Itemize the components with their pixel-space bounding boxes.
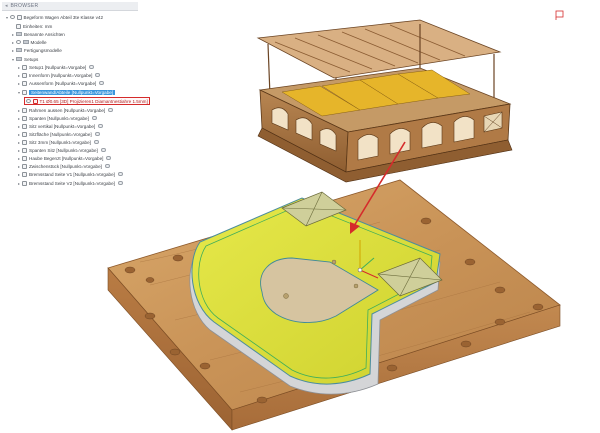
units-icon — [16, 23, 21, 29]
browser-title: BROWSER — [10, 3, 39, 9]
status-icon — [104, 164, 110, 168]
wagon-model — [256, 19, 513, 183]
tree-item-setup[interactable]: ▸ Haube Begenzt [Nullpunkt=Vorgabe] — [16, 154, 112, 162]
tree-item-label: T1 Ø0.65 [3D] Projizieren1 Diamantnestia… — [39, 98, 148, 104]
setup-icon — [22, 115, 27, 121]
setup-icon — [22, 155, 27, 161]
setup-icon — [22, 180, 27, 186]
tree-item-setups[interactable]: ▾ Setups — [10, 55, 38, 63]
folder-icon — [16, 56, 22, 62]
browser-panel: ◂ BROWSER ▾ Begeform Wagen Abteil 3te Kl… — [0, 0, 150, 200]
document-label: Begeform Wagen Abteil 3te Klasse v42 — [23, 14, 104, 20]
tree-item-toolpath-highlighted[interactable]: T1 Ø0.65 [3D] Projizieren1 Diamantnestia… — [24, 97, 150, 105]
setup-icon — [22, 72, 27, 78]
tree-item-label: Setups — [24, 56, 39, 62]
tree-item-manufacturing-models[interactable]: ▸ Fertigungsmodelle — [10, 46, 62, 54]
tree-item-label: Haube Begenzt [Nullpunkt=Vorgabe] — [29, 155, 104, 161]
tree-item-label: Seitenwand/Abteile [Nullpunkt=Vorgabe] — [29, 89, 116, 95]
status-icon — [100, 148, 106, 152]
tree-item-setup[interactable]: ▸ Spanten [Nullpunkt=Vorgabe] — [16, 114, 97, 122]
tree-item-setup[interactable]: ▸ Sitz 3mm [Nullpunkt=Vorgabe] — [16, 138, 99, 146]
tree-item-label: Bremsstand Seite V2 [Nullpunkt=Vorgabe] — [29, 180, 115, 186]
tree-item-setup[interactable]: ▸ Bremsstand Seite V2 [Nullpunkt=Vorgabe… — [16, 179, 123, 187]
setup-icon — [22, 139, 27, 145]
tree-item-setup[interactable]: ▸ Spanten Sitz [Nullpunkt=Vorgabe] — [16, 146, 106, 154]
status-icon — [118, 90, 124, 94]
folder-icon — [16, 31, 22, 37]
status-icon — [106, 156, 112, 160]
setup-icon — [22, 163, 27, 169]
status-icon — [98, 124, 104, 128]
tree-item-label: Sitzfläche [Nullpunkt=Vorgabe] — [29, 131, 92, 137]
tree-item-setup[interactable]: ▸ Setup1 [Nullpunkt=Vorgabe] — [16, 63, 95, 71]
status-icon — [117, 172, 123, 176]
visibility-icon[interactable] — [10, 15, 15, 19]
tree-item-label: Spanten [Nullpunkt=Vorgabe] — [29, 115, 89, 121]
tree-item-label: Bremsstand Seite V1 [Nullpunkt=Vorgabe] — [29, 171, 115, 177]
setup-icon — [22, 64, 27, 70]
tree-item-label: Benannte Ansichten — [24, 31, 65, 37]
status-icon — [108, 108, 114, 112]
tree-item-label: Sitz vertikal [Nullpunkt=Vorgabe] — [29, 123, 96, 129]
status-icon — [93, 140, 99, 144]
tree-item-label: Einheiten: mm — [23, 23, 53, 29]
tree-item-setup[interactable]: ▸ Zwischenstück [Nullpunkt=Vorgabe] — [16, 162, 110, 170]
setup-icon — [22, 147, 27, 153]
tree-item-label: Setup1 [Nullpunkt=Vorgabe] — [29, 64, 87, 70]
folder-icon — [16, 47, 22, 53]
status-icon — [117, 181, 123, 185]
tree-item-label: Zwischenstück [Nullpunkt=Vorgabe] — [29, 163, 102, 169]
tree-item-units[interactable]: Einheiten: mm — [10, 22, 52, 30]
tree-item-label: Fertigungsmodelle — [24, 47, 62, 53]
tree-item-setup[interactable]: ▸ Bremsstand Seite V1 [Nullpunkt=Vorgabe… — [16, 170, 123, 178]
status-icon — [91, 116, 97, 120]
status-icon — [99, 81, 105, 85]
status-icon — [89, 65, 95, 69]
tree-item-setup[interactable]: ▸ Sitzfläche [Nullpunkt=Vorgabe] — [16, 130, 100, 138]
tree-item-label: Modelle — [30, 39, 47, 45]
tree-item-setup[interactable]: ▸ Innenform [Nullpunkt=Vorgabe] — [16, 71, 101, 79]
setup-icon — [22, 80, 27, 86]
tree-item-setup[interactable]: ▸ Rahmen aussen [Nullpunkt=Vorgabe] — [16, 106, 114, 114]
status-icon — [95, 73, 101, 77]
tree-item-label: Innenform [Nullpunkt=Vorgabe] — [29, 72, 93, 78]
browser-header: ◂ BROWSER — [2, 2, 138, 11]
visibility-icon[interactable] — [26, 99, 31, 103]
toolpath-icon — [32, 98, 38, 104]
tree-item-setup[interactable]: ▸ Aussenform [Nullpunkt=Vorgabe] — [16, 79, 105, 87]
setup-icon — [22, 123, 27, 129]
setup-icon — [22, 107, 27, 113]
tree-item-models[interactable]: ▸ Modelle — [10, 38, 47, 46]
tree-item-named-views[interactable]: ▸ Benannte Ansichten — [10, 30, 65, 38]
visibility-icon[interactable] — [16, 40, 21, 44]
document-icon — [16, 14, 22, 20]
tree-item-label: Spanten Sitz [Nullpunkt=Vorgabe] — [29, 147, 98, 153]
setup-icon — [22, 89, 27, 95]
setup-icon — [22, 171, 27, 177]
tree-item-label: Sitz 3mm [Nullpunkt=Vorgabe] — [29, 139, 91, 145]
setup-icon — [22, 131, 27, 137]
folder-icon — [22, 39, 29, 45]
document-node[interactable]: ▾ Begeform Wagen Abteil 3te Klasse v42 — [4, 13, 103, 21]
flag-icon — [555, 10, 564, 20]
collapse-icon[interactable]: ◂ — [5, 3, 8, 9]
tree-item-label: Rahmen aussen [Nullpunkt=Vorgabe] — [29, 107, 106, 113]
status-icon — [94, 132, 100, 136]
tree-item-label: Aussenform [Nullpunkt=Vorgabe] — [29, 80, 97, 86]
tree-item-setup-selected[interactable]: ▾ Seitenwand/Abteile [Nullpunkt=Vorgabe] — [16, 88, 124, 96]
tree-item-setup[interactable]: ▸ Sitz vertikal [Nullpunkt=Vorgabe] — [16, 122, 104, 130]
